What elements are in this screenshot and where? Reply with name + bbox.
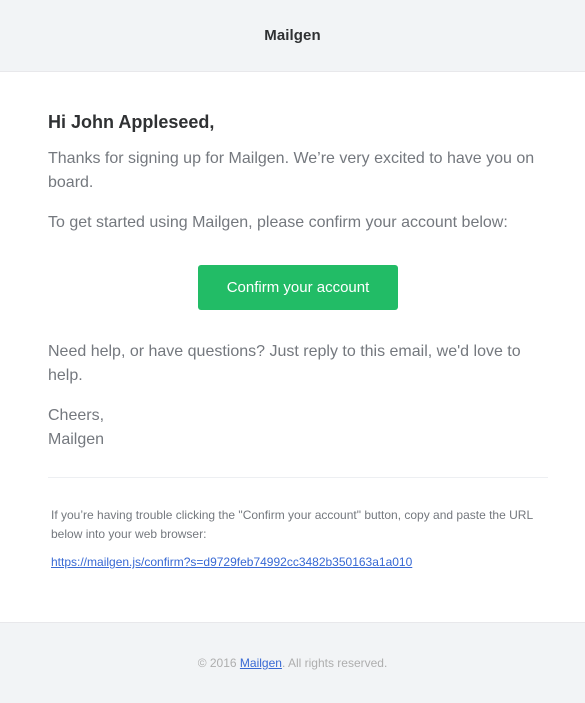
- email-page: Mailgen Hi John Appleseed, Thanks for si…: [0, 0, 585, 703]
- signoff-line-2: Mailgen: [48, 431, 105, 448]
- confirm-url-link[interactable]: https://mailgen.js/confirm?s=d9729feb749…: [51, 555, 412, 569]
- confirm-account-button[interactable]: Confirm your account: [198, 265, 398, 310]
- greeting-heading: Hi John Appleseed,: [48, 112, 215, 132]
- trouble-text: If you’re having trouble clicking the "C…: [51, 508, 533, 541]
- confirm-url-row: https://mailgen.js/confirm?s=d9729feb749…: [51, 553, 548, 572]
- signoff: Cheers, Mailgen: [48, 404, 538, 452]
- button-container: Confirm your account: [0, 265, 585, 310]
- outro-text: Need help, or have questions? Just reply…: [48, 343, 521, 384]
- email-body: Hi John Appleseed, Thanks for signing up…: [0, 72, 585, 622]
- copyright-suffix: . All rights reserved.: [281, 656, 388, 670]
- footer-brand-link[interactable]: Mailgen: [240, 656, 282, 670]
- intro-text: Thanks for signing up for Mailgen. We’re…: [48, 150, 535, 191]
- email-footer: © 2016 Mailgen. All rights reserved.: [0, 622, 585, 703]
- copyright-text: © 2016 Mailgen. All rights reserved.: [198, 656, 388, 670]
- copyright-prefix: © 2016: [197, 656, 240, 670]
- subcopy-divider: [48, 477, 548, 478]
- brand-link[interactable]: Mailgen: [264, 27, 321, 44]
- signoff-line-1: Cheers,: [48, 407, 105, 424]
- email-header: Mailgen: [0, 0, 585, 72]
- instructions-text: To get started using Mailgen, please con…: [48, 214, 508, 231]
